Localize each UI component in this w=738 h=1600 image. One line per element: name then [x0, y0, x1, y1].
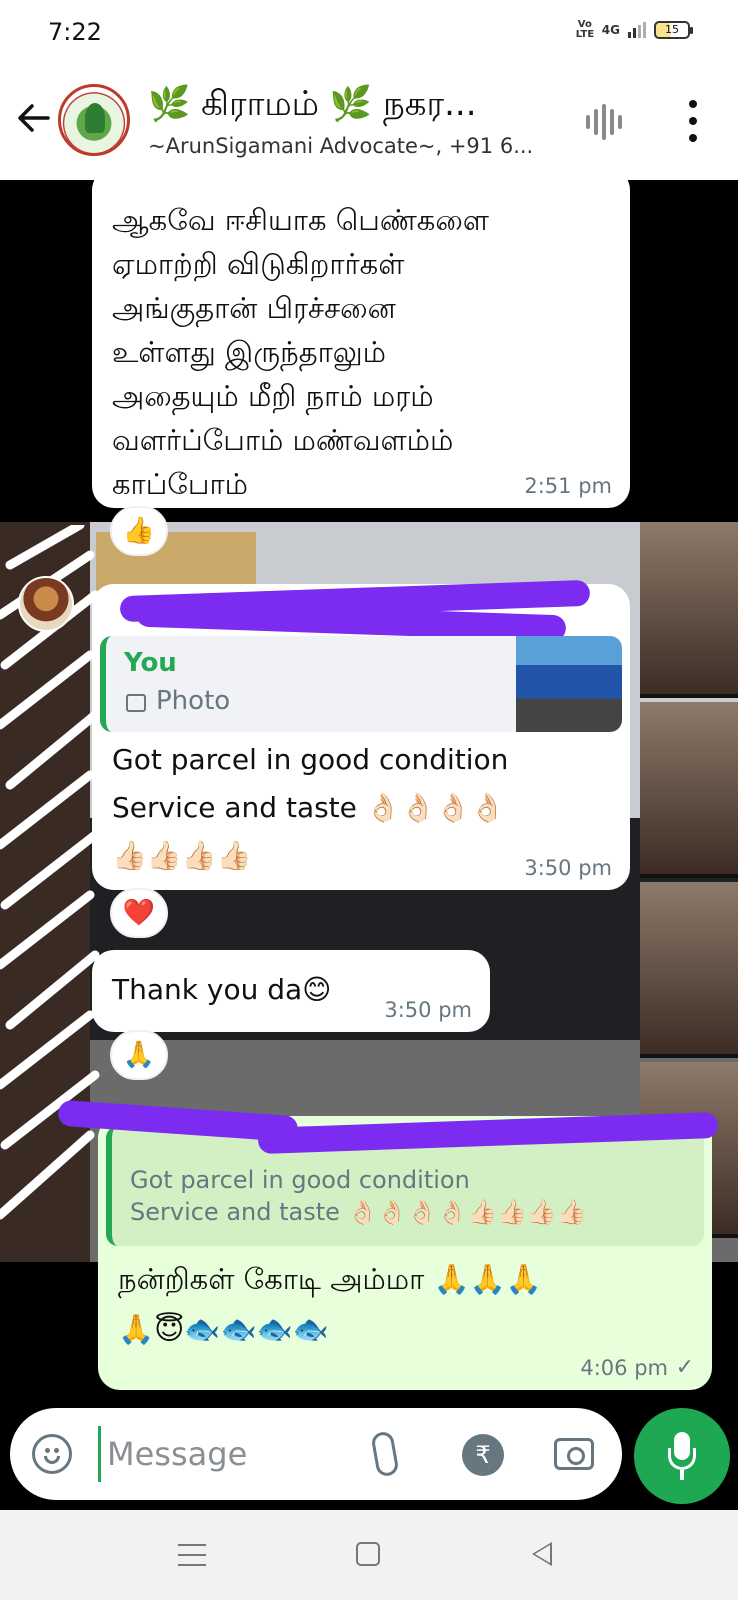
- volte-indicator: Vo LTE: [575, 19, 595, 40]
- tree-icon: [85, 103, 105, 133]
- reaction-badge[interactable]: 🙏: [110, 1030, 168, 1080]
- message-time: 3:50 pm: [524, 856, 612, 880]
- mic-button[interactable]: [634, 1408, 730, 1504]
- quote-text: Got parcel in good condition Service and…: [130, 1166, 587, 1226]
- status-bar: 7:22 Vo LTE 4G 15: [0, 0, 738, 64]
- more-options-icon[interactable]: [686, 100, 700, 142]
- message-input-container: ₹: [10, 1408, 622, 1500]
- message-bubble-outgoing[interactable]: Got parcel in good condition Service and…: [57, 1099, 719, 1390]
- back-arrow-icon[interactable]: [14, 98, 54, 138]
- wallpaper-photo: [640, 702, 738, 878]
- recents-icon[interactable]: [178, 1544, 206, 1566]
- wallpaper-photo: [640, 882, 738, 1058]
- camera-icon[interactable]: [554, 1438, 594, 1470]
- message-time: 4:06 pm: [580, 1356, 668, 1380]
- message-time: 2:51 pm: [524, 474, 612, 498]
- signal-icon: [628, 22, 646, 38]
- quote-author: You: [124, 648, 177, 678]
- reaction-badge[interactable]: ❤️: [110, 888, 168, 938]
- nav-back-icon[interactable]: [532, 1542, 552, 1566]
- group-title[interactable]: 🌿 கிராமம் 🌿 நகர...: [148, 84, 548, 128]
- chat-header: 🌿 கிராமம் 🌿 நகர... ~ArunSigamani Advocat…: [0, 64, 738, 180]
- message-bubble-incoming[interactable]: ஆகவே ஈசியாக பெண்களை ஏமாற்றி விடுகிறார்கள…: [92, 180, 630, 508]
- system-indicators: Vo LTE 4G 15: [575, 19, 693, 40]
- scribble-overlay: [0, 525, 100, 1220]
- clock: 7:22: [48, 18, 102, 46]
- reaction-badge[interactable]: 👍: [110, 506, 168, 556]
- emoji-icon[interactable]: [32, 1434, 72, 1474]
- message-text: Got parcel in good condition Service and…: [112, 743, 509, 872]
- network-type: 4G: [601, 23, 620, 37]
- photo-icon: [126, 694, 146, 712]
- quote-text: Photo: [156, 686, 231, 716]
- group-avatar[interactable]: [58, 84, 130, 156]
- home-icon[interactable]: [356, 1542, 380, 1566]
- sender-avatar[interactable]: [18, 576, 74, 632]
- voice-chat-icon[interactable]: [586, 104, 626, 140]
- system-nav-bar: [0, 1510, 738, 1600]
- group-members[interactable]: ~ArunSigamani Advocate~, +91 6...: [148, 134, 548, 158]
- wallpaper-photo: [640, 522, 738, 698]
- message-text: ஆகவே ஈசியாக பெண்களை ஏமாற்றி விடுகிறார்கள…: [112, 203, 489, 501]
- message-bubble-incoming[interactable]: Thank you da😊 3:50 pm: [92, 950, 490, 1032]
- battery-icon: 15: [654, 21, 693, 39]
- message-time: 3:50 pm: [384, 998, 472, 1022]
- quoted-message[interactable]: You Photo: [100, 636, 622, 732]
- attach-icon[interactable]: [370, 1430, 400, 1478]
- composer: ₹: [0, 1408, 738, 1510]
- message-bubble-incoming[interactable]: You Photo Got parcel in good condition S…: [92, 579, 630, 890]
- quoted-photo-thumbnail: [516, 636, 622, 732]
- chat-area[interactable]: ஆகவே ஈசியாக பெண்களை ஏமாற்றி விடுகிறார்கள…: [0, 180, 738, 1408]
- message-input[interactable]: [98, 1426, 338, 1482]
- message-text: நன்றிகள் கோடி அம்மா 🙏🙏🙏 🙏😇🐟🐟🐟🐟: [118, 1262, 542, 1346]
- sent-check-icon: ✓: [675, 1355, 694, 1380]
- payment-icon[interactable]: ₹: [462, 1434, 504, 1476]
